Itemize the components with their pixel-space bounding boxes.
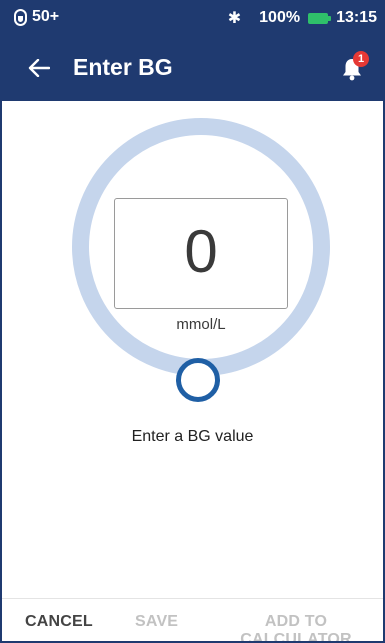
bg-value: 0 (184, 218, 218, 285)
notifications-button[interactable]: 1 (337, 51, 369, 85)
add-to-calculator-button[interactable]: ADD TO CALCULATOR (209, 613, 383, 641)
app-screen: 50+ ✱ 100% 13:15 Enter BG 1 0 mmol/L Ent… (0, 0, 385, 643)
app-bar: Enter BG 1 (2, 34, 383, 101)
system-status: ✱ 100% 13:15 (228, 8, 377, 28)
status-bar: 50+ ✱ 100% 13:15 (2, 0, 383, 34)
battery-charging-icon (308, 12, 332, 24)
notification-badge: 1 (353, 51, 369, 67)
dial-slider-thumb[interactable] (176, 358, 220, 402)
battery-percent: 100% (259, 9, 301, 26)
clock: 13:15 (336, 9, 377, 26)
unit-label: mmol/L (176, 316, 226, 333)
pod-status: 50+ (14, 8, 59, 26)
cancel-button[interactable]: CANCEL (25, 613, 93, 631)
bluetooth-icon: ✱ (227, 10, 242, 27)
page-title: Enter BG (73, 54, 173, 80)
action-bar: CANCEL SAVE ADD TO CALCULATOR (2, 598, 383, 641)
bg-value-field[interactable]: 0 (114, 198, 288, 309)
pod-count: 50+ (32, 8, 60, 25)
prompt-text: Enter a BG value (131, 428, 254, 445)
arrow-left-icon[interactable] (28, 59, 50, 77)
pod-icon (14, 8, 27, 26)
save-button[interactable]: SAVE (135, 613, 178, 631)
